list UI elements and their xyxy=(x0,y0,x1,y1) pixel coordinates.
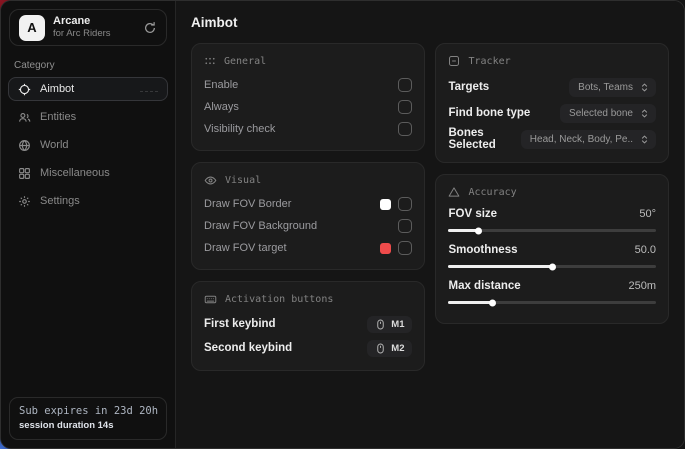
select-value: Bots, Teams xyxy=(578,82,633,93)
sidebar-item-entities[interactable]: Entities xyxy=(8,105,168,129)
session-duration-text: session duration 14s xyxy=(19,420,157,431)
always-checkbox[interactable] xyxy=(398,100,412,114)
tracker-panel-header: Tracker xyxy=(448,53,656,69)
app-name: Arcane xyxy=(53,15,135,29)
setting-row-smoothness: Smoothness 50.0 xyxy=(448,241,656,268)
keybind-value: M2 xyxy=(391,343,404,354)
select-value: Selected bone xyxy=(569,108,633,119)
sidebar-item-label: World xyxy=(40,139,69,151)
app-title-block: Arcane for Arc Riders xyxy=(53,15,135,41)
fov-border-checkbox[interactable] xyxy=(398,197,412,211)
accuracy-panel: Accuracy FOV size 50° xyxy=(435,174,669,324)
tracker-panel: Tracker Targets Bots, Teams Find bone ty… xyxy=(435,43,669,163)
fov-target-color-swatch[interactable] xyxy=(380,243,391,254)
main-content: Aimbot General Enable xyxy=(176,1,684,448)
sidebar-item-label: Entities xyxy=(40,111,76,123)
setting-row-fov-size: FOV size 50° xyxy=(448,205,656,232)
smoothness-slider[interactable] xyxy=(448,265,656,268)
sidebar-item-world[interactable]: World xyxy=(8,133,168,157)
find-bone-type-select[interactable]: Selected bone xyxy=(560,104,656,123)
keybind-value: M1 xyxy=(391,319,404,330)
sidebar-item-aimbot[interactable]: Aimbot xyxy=(8,77,168,101)
slider-thumb[interactable] xyxy=(475,227,482,234)
first-keybind-button[interactable]: M1 xyxy=(367,316,412,333)
chevrons-up-down-icon xyxy=(639,108,650,119)
gear-icon xyxy=(18,195,31,208)
fov-background-checkbox[interactable] xyxy=(398,219,412,233)
setting-row-fov-border: Draw FOV Border xyxy=(204,193,412,215)
triangle-icon xyxy=(448,186,460,198)
slider-thumb[interactable] xyxy=(489,299,496,306)
entities-icon xyxy=(18,111,31,124)
max-distance-value: 250m xyxy=(628,280,656,292)
chevrons-up-down-icon xyxy=(639,134,650,145)
grid-dots-icon xyxy=(204,55,216,67)
visibility-check-checkbox[interactable] xyxy=(398,122,412,136)
refresh-icon[interactable] xyxy=(143,21,157,35)
fov-size-value: 50° xyxy=(639,208,656,220)
sidebar-item-label: Settings xyxy=(40,195,80,207)
sidebar-nav: Aimbot Entities World xyxy=(1,77,175,213)
max-distance-slider[interactable] xyxy=(448,301,656,304)
sidebar-item-miscellaneous[interactable]: Miscellaneous xyxy=(8,161,168,185)
logo-card: A Arcane for Arc Riders xyxy=(9,9,167,46)
sidebar-item-label: Miscellaneous xyxy=(40,167,110,179)
chevrons-up-down-icon xyxy=(639,82,650,93)
fov-size-slider[interactable] xyxy=(448,229,656,232)
accuracy-panel-header: Accuracy xyxy=(448,184,656,200)
cheat-menu-window: A Arcane for Arc Riders Category Aimbot xyxy=(0,0,685,449)
enable-checkbox[interactable] xyxy=(398,78,412,92)
select-value: Head, Neck, Body, Pe.. xyxy=(530,134,633,145)
sidebar-item-settings[interactable]: Settings xyxy=(8,189,168,213)
second-keybind-button[interactable]: M2 xyxy=(367,340,412,357)
setting-row-enable: Enable xyxy=(204,74,412,96)
category-label: Category xyxy=(14,60,162,71)
keybind-hint-dashes xyxy=(140,86,158,92)
panel-title: Accuracy xyxy=(468,187,516,198)
crosshair-icon xyxy=(18,83,31,96)
page-title: Aimbot xyxy=(191,15,669,30)
globe-icon xyxy=(18,139,31,152)
visual-panel: Visual Draw FOV Border Draw FOV Backgrou… xyxy=(191,162,425,270)
panel-title: Visual xyxy=(225,175,261,186)
bones-selected-select[interactable]: Head, Neck, Body, Pe.. xyxy=(521,130,656,149)
visual-panel-header: Visual xyxy=(204,172,412,188)
sub-expires-text: Sub expires in 23d 20h xyxy=(19,405,157,417)
panel-title: Tracker xyxy=(468,56,510,67)
keyboard-icon xyxy=(204,293,217,306)
grid-icon xyxy=(18,167,31,180)
subscription-box: Sub expires in 23d 20h session duration … xyxy=(9,397,167,440)
setting-row-fov-background: Draw FOV Background xyxy=(204,215,412,237)
setting-row-visibility-check: Visibility check xyxy=(204,118,412,140)
app-logo: A xyxy=(19,15,45,41)
setting-row-always: Always xyxy=(204,96,412,118)
sidebar: A Arcane for Arc Riders Category Aimbot xyxy=(1,1,176,448)
panel-title: General xyxy=(224,56,266,67)
slider-thumb[interactable] xyxy=(549,263,556,270)
setting-row-bones-selected: Bones Selected Head, Neck, Body, Pe.. xyxy=(448,126,656,152)
smoothness-value: 50.0 xyxy=(635,244,656,256)
fov-border-color-swatch[interactable] xyxy=(380,199,391,210)
general-panel-header: General xyxy=(204,53,412,69)
sidebar-item-label: Aimbot xyxy=(40,83,74,95)
setting-row-fov-target: Draw FOV target xyxy=(204,237,412,259)
eye-icon xyxy=(204,174,217,187)
setting-row-targets: Targets Bots, Teams xyxy=(448,74,656,100)
app-subtitle: for Arc Riders xyxy=(53,28,135,40)
mouse-icon xyxy=(375,319,386,330)
panel-title: Activation buttons xyxy=(225,294,333,305)
tracker-icon xyxy=(448,55,460,67)
setting-row-find-bone-type: Find bone type Selected bone xyxy=(448,100,656,126)
targets-select[interactable]: Bots, Teams xyxy=(569,78,656,97)
general-panel: General Enable Always Visibility check xyxy=(191,43,425,151)
activation-panel: Activation buttons First keybind M1 Seco… xyxy=(191,281,425,371)
mouse-icon xyxy=(375,343,386,354)
setting-row-max-distance: Max distance 250m xyxy=(448,277,656,304)
activation-panel-header: Activation buttons xyxy=(204,291,412,307)
fov-target-checkbox[interactable] xyxy=(398,241,412,255)
setting-row-second-keybind: Second keybind M2 xyxy=(204,336,412,360)
setting-row-first-keybind: First keybind M1 xyxy=(204,312,412,336)
